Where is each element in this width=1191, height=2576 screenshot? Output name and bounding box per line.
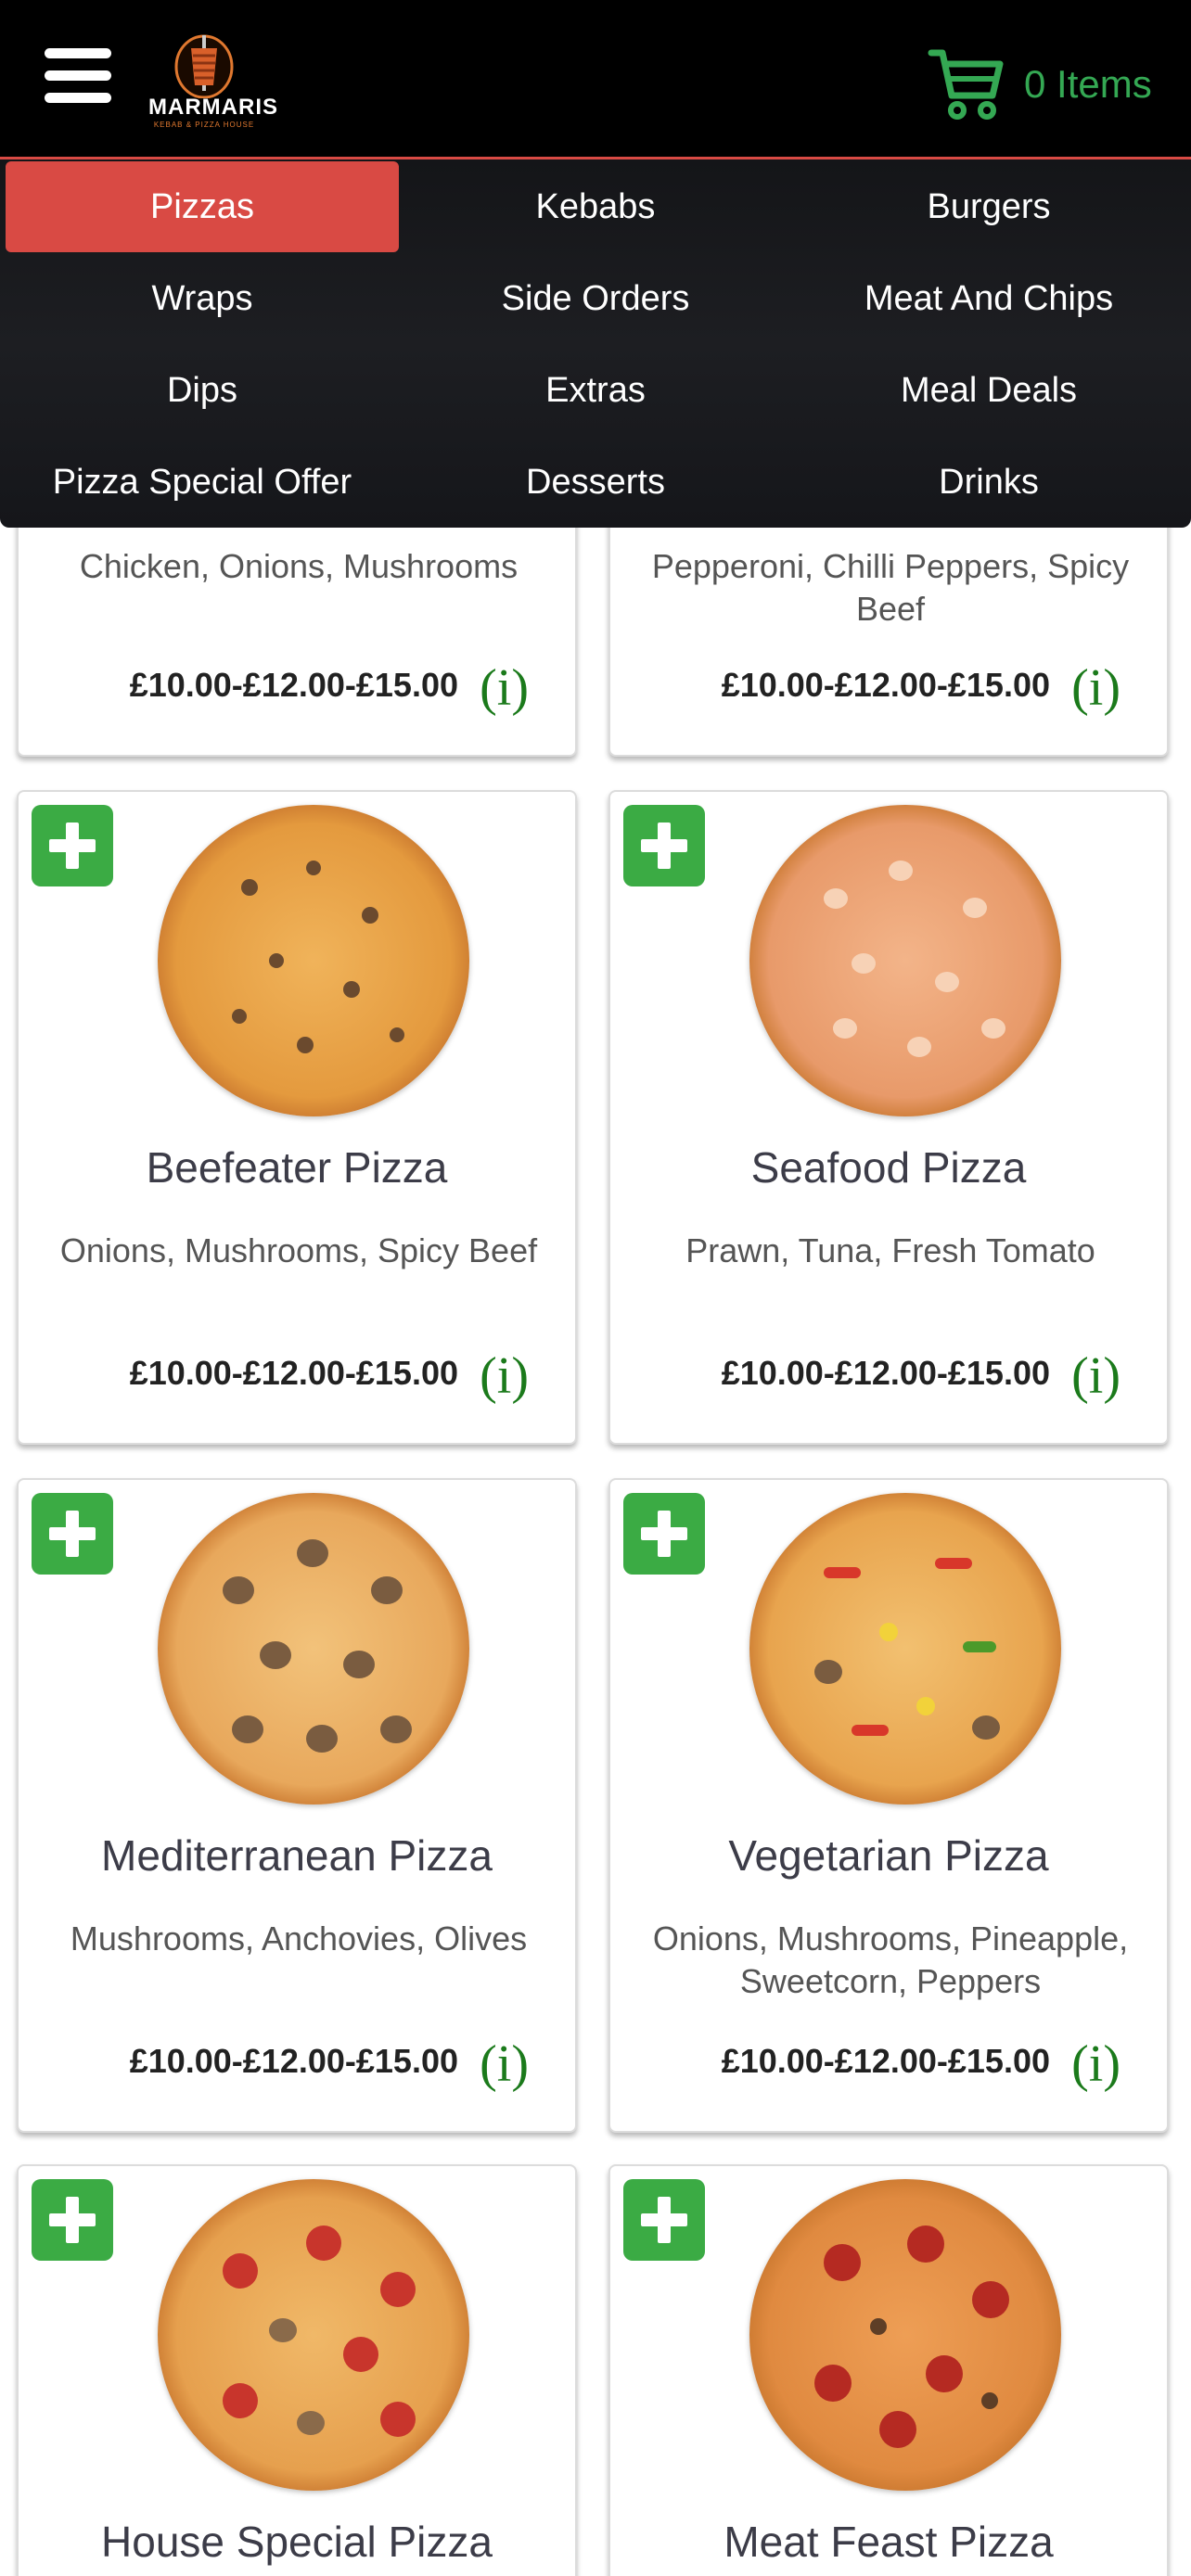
info-icon[interactable]: (i) — [1071, 1346, 1121, 1406]
info-icon[interactable]: (i) — [480, 2034, 529, 2094]
product-name: Mediterranean Pizza — [101, 1831, 493, 1880]
add-to-cart-plus-icon[interactable] — [623, 2179, 705, 2261]
pizza-image — [749, 805, 1061, 1116]
marmaris-logo[interactable]: MARMARIS KEBAB & PIZZA HOUSE — [148, 33, 278, 129]
product-description: Chicken, Onions, Mushrooms — [79, 547, 519, 585]
info-icon[interactable]: (i) — [480, 1346, 529, 1406]
add-to-cart-plus-icon[interactable] — [623, 1493, 705, 1575]
category-desserts[interactable]: Desserts — [399, 437, 792, 528]
pizza-image — [158, 2179, 469, 2491]
product-name: Meat Feast Pizza — [724, 2518, 1054, 2566]
product-price: £10.00-£12.00-£15.00 — [721, 2042, 1050, 2080]
category-meal-deals[interactable]: Meal Deals — [792, 345, 1185, 436]
logo-name: MARMARIS — [148, 95, 278, 120]
cart-item-count: 0 Items — [1024, 62, 1152, 106]
product-price: £10.00-£12.00-£15.00 — [721, 1354, 1050, 1392]
category-pizzas[interactable]: Pizzas — [6, 161, 399, 252]
add-to-cart-plus-icon[interactable] — [32, 1493, 113, 1575]
product-price: £10.00-£12.00-£15.00 — [721, 666, 1050, 704]
product-description: Pepperoni, Chilli Peppers, Spicy Beef — [651, 547, 1130, 628]
product-price: £10.00-£12.00-£15.00 — [129, 2042, 458, 2080]
category-kebabs[interactable]: Kebabs — [399, 161, 792, 252]
category-burgers[interactable]: Burgers — [792, 161, 1185, 252]
info-icon[interactable]: (i) — [1071, 2034, 1121, 2094]
product-description: Onions, Mushrooms, Spicy Beef — [59, 1231, 538, 1269]
category-dips[interactable]: Dips — [6, 345, 399, 436]
pizza-image — [158, 805, 469, 1116]
product-name: Beefeater Pizza — [146, 1143, 448, 1192]
logo-tagline: KEBAB & PIZZA HOUSE — [153, 121, 255, 129]
top-header: MARMARIS KEBAB & PIZZA HOUSE 0 Items — [0, 0, 1191, 159]
add-to-cart-plus-icon[interactable] — [32, 805, 113, 886]
product-name: Vegetarian Pizza — [728, 1831, 1049, 1880]
hamburger-menu-icon[interactable] — [45, 48, 111, 104]
add-to-cart-plus-icon[interactable] — [623, 805, 705, 886]
product-card[interactable]: Seafood Pizza Prawn, Tuna, Fresh Tomato … — [608, 790, 1169, 1445]
product-card[interactable]: Meat Feast Pizza — [608, 2164, 1169, 2576]
category-pizza-special-offer[interactable]: Pizza Special Offer — [6, 437, 399, 528]
shopping-cart-icon — [928, 49, 1004, 120]
product-description: Prawn, Tuna, Fresh Tomato — [685, 1231, 1095, 1269]
category-extras[interactable]: Extras — [399, 345, 792, 436]
product-name: House Special Pizza — [101, 2518, 493, 2566]
product-name: Seafood Pizza — [750, 1143, 1027, 1192]
kebab-logo-icon — [174, 34, 234, 99]
category-side-orders[interactable]: Side Orders — [399, 253, 792, 344]
info-icon[interactable]: (i) — [1071, 658, 1121, 718]
product-card[interactable]: Mediterranean Pizza Mushrooms, Anchovies… — [17, 1478, 577, 2133]
pizza-image — [158, 1493, 469, 1804]
product-card[interactable]: House Special Pizza — [17, 2164, 577, 2576]
info-icon[interactable]: (i) — [480, 658, 529, 718]
category-menu: Pizzas Kebabs Burgers Wraps Side Orders … — [0, 159, 1191, 528]
product-description: Mushrooms, Anchovies, Olives — [70, 1919, 528, 1958]
product-price: £10.00-£12.00-£15.00 — [129, 666, 458, 704]
pizza-image — [749, 1493, 1061, 1804]
product-price: £10.00-£12.00-£15.00 — [129, 1354, 458, 1392]
category-meat-and-chips[interactable]: Meat And Chips — [792, 253, 1185, 344]
product-card[interactable]: Beefeater Pizza Onions, Mushrooms, Spicy… — [17, 790, 577, 1445]
add-to-cart-plus-icon[interactable] — [32, 2179, 113, 2261]
category-drinks[interactable]: Drinks — [792, 437, 1185, 528]
cart-button[interactable]: 0 Items — [928, 43, 1152, 126]
product-card[interactable]: Vegetarian Pizza Onions, Mushrooms, Pine… — [608, 1478, 1169, 2133]
category-wraps[interactable]: Wraps — [6, 253, 399, 344]
pizza-image — [749, 2179, 1061, 2491]
product-description: Onions, Mushrooms, Pineapple, Sweetcorn,… — [652, 1919, 1129, 2000]
